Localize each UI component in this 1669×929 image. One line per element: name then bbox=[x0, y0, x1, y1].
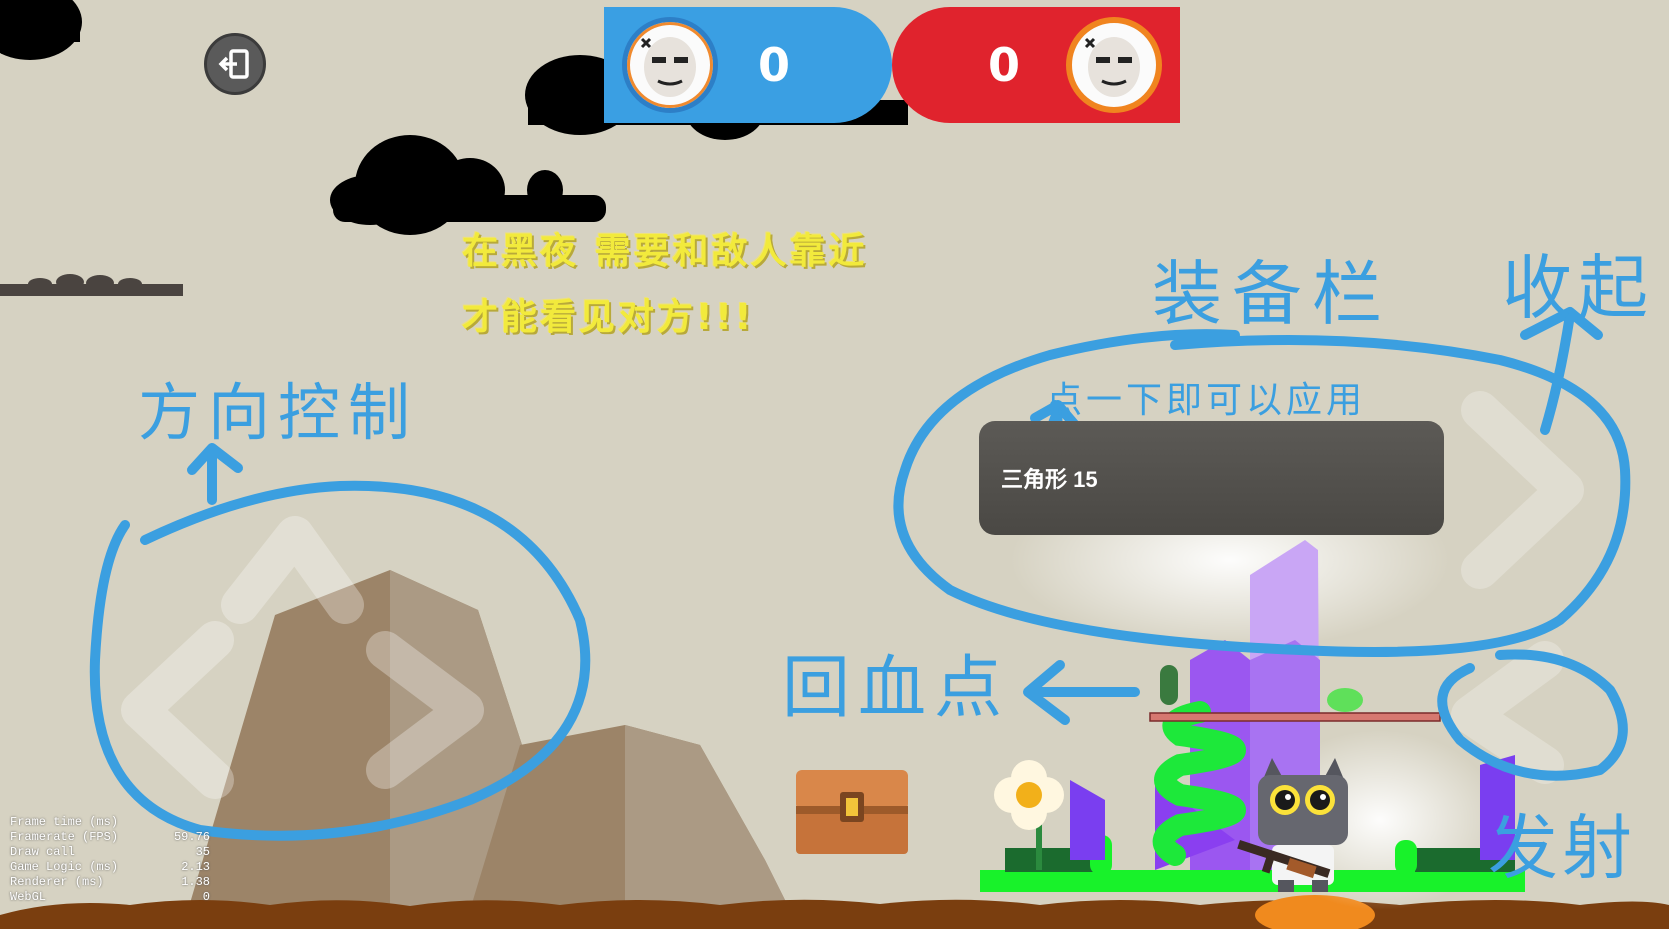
red-player-avatar bbox=[1066, 17, 1162, 113]
blue-score: 0 bbox=[758, 38, 791, 92]
cloud-left-small bbox=[0, 274, 183, 296]
health-bar bbox=[1149, 712, 1441, 722]
debug-stats: Frame time (ms) Framerate (FPS) 59.76 Dra… bbox=[10, 815, 210, 905]
blue-player-avatar bbox=[622, 17, 718, 113]
red-team-panel: 0 bbox=[892, 7, 1180, 123]
blue-team-panel: 0 bbox=[604, 7, 892, 123]
night-hint-line1: 在黑夜 需要和敌人靠近 bbox=[462, 231, 868, 272]
meme-face-icon bbox=[1084, 37, 1140, 97]
red-score: 0 bbox=[987, 38, 1020, 92]
cloud-top-left bbox=[0, 0, 82, 60]
treasure-chest[interactable] bbox=[796, 770, 908, 854]
annotation-equipment-bar: 装备栏 bbox=[1152, 253, 1392, 335]
meme-face-icon bbox=[640, 37, 696, 97]
debug-row: Framerate (FPS) 59.76 bbox=[10, 830, 210, 844]
scoreboard: 0 0 bbox=[604, 7, 1180, 123]
annotation-tap-to-apply: 点一下即可以应用 bbox=[1046, 380, 1367, 421]
debug-row: Draw call 35 bbox=[10, 845, 210, 859]
debug-row: WebGL 0 bbox=[10, 890, 210, 904]
equipment-item-label[interactable]: 三角形 15 bbox=[1001, 462, 1098, 494]
right-ghost-arrows bbox=[1451, 391, 1584, 784]
equipment-bar[interactable]: 三角形 15 bbox=[979, 421, 1444, 535]
debug-row: Renderer (ms) 1.38 bbox=[10, 875, 210, 889]
exit-icon bbox=[218, 49, 249, 79]
rock-right bbox=[470, 725, 790, 910]
cloud-middle bbox=[330, 135, 606, 235]
debug-row: Frame time (ms) bbox=[10, 815, 119, 829]
night-hint-line2: 才能看见对方!!! bbox=[462, 297, 755, 338]
small-crystal-left bbox=[1070, 780, 1105, 860]
annotation-direction-control: 方向控制 bbox=[138, 376, 419, 449]
arrow-up-dpad bbox=[187, 443, 243, 505]
exit-button[interactable] bbox=[204, 33, 266, 95]
annotation-collapse: 收起 bbox=[1502, 247, 1654, 329]
arrow-heal bbox=[1023, 660, 1140, 725]
annotation-fire: 发射 bbox=[1488, 807, 1636, 889]
debug-row: Game Logic (ms) 2.13 bbox=[10, 860, 210, 874]
annotation-heal-point: 回血点 bbox=[782, 649, 1011, 728]
